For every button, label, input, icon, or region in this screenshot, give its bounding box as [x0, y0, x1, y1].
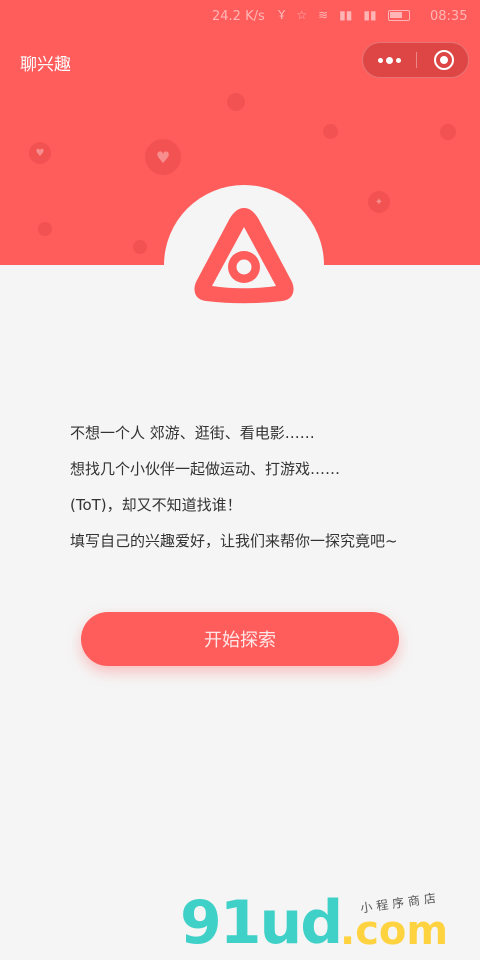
bird-bubble-icon: ✦ [368, 191, 390, 213]
target-circle-icon[interactable] [434, 50, 454, 70]
bubble-icon [133, 240, 147, 254]
wifi-icon: ≋ [318, 8, 329, 22]
intro-line: 不想一个人 郊游、逛街、看电影…… [70, 424, 315, 442]
cell-signal-icon: ▮▮ [363, 8, 377, 22]
start-explore-button[interactable]: 开始探索 [81, 612, 399, 666]
battery-icon [387, 9, 410, 21]
star-icon: ☆ [296, 8, 308, 22]
bubble-icon [227, 93, 245, 111]
bubble-icon [323, 124, 338, 139]
intro-text: 不想一个人 郊游、逛街、看电影…… 想找几个小伙伴一起做运动、打游戏…… (To… [70, 425, 450, 569]
watermark-main: 91ud [180, 888, 343, 958]
app-title: 聊兴趣 [20, 55, 71, 75]
more-dots-icon[interactable] [363, 43, 416, 77]
bubble-icon [38, 222, 52, 236]
intro-line: (ToT)，却又不知道找谁！ [70, 496, 242, 514]
intro-line: 想找几个小伙伴一起做运动、打游戏…… [70, 460, 341, 478]
bubble-icon [440, 124, 456, 140]
network-speed: 24.2 K/s [212, 9, 265, 24]
cell-signal-icon: ▮▮ [339, 8, 353, 22]
intro-line: 填写自己的兴趣爱好，让我们来帮你一探究竟吧~ [70, 532, 398, 550]
status-bar: 24.2 K/s Ұ ☆ ≋ ▮▮ ▮▮ 08:35 [0, 0, 480, 34]
watermark: 91ud .com 小程序商店 [180, 888, 480, 958]
status-icons: Ұ ☆ ≋ ▮▮ ▮▮ [278, 8, 410, 22]
signal-y-icon: Ұ [278, 8, 286, 22]
watermark-domain: .com [340, 908, 449, 954]
rounded-triangle-eye-icon [194, 208, 294, 304]
clock: 08:35 [430, 9, 468, 24]
mini-program-capsule [362, 42, 469, 78]
capsule-divider [416, 52, 417, 68]
heart-bubble-icon: ♥ [145, 139, 181, 175]
heart-bubble-icon: ♥ [29, 142, 51, 164]
